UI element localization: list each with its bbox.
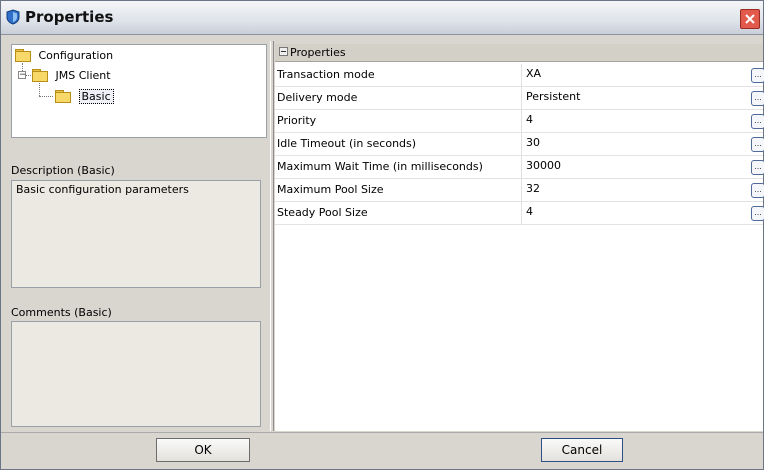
footer-divider [1,432,763,433]
property-name: Maximum Wait Time (in milliseconds) [277,160,483,173]
window-title: Properties [25,8,114,26]
tree-connector [39,83,40,96]
tree-connector [26,75,31,76]
collapse-icon[interactable] [279,47,288,56]
ellipsis-button[interactable]: ... [751,183,764,198]
ellipsis-button[interactable]: ... [751,114,764,129]
property-value[interactable]: 4 [526,205,533,218]
description-label: Description (Basic) [11,164,115,177]
description-box: Basic configuration parameters [11,180,261,288]
property-row[interactable]: Priority 4 ... [275,110,764,133]
property-row[interactable]: Maximum Wait Time (in milliseconds) 3000… [275,156,764,179]
property-category-header[interactable]: Properties [275,44,763,62]
column-separator [521,64,522,86]
property-value[interactable]: 32 [526,182,540,195]
split-pane-divider[interactable] [270,41,274,431]
property-row[interactable]: Transaction mode XA ... [275,64,764,87]
tree-node-label: Basic [78,89,114,104]
property-name: Transaction mode [277,68,375,81]
comments-label: Comments (Basic) [11,306,112,319]
ellipsis-button[interactable]: ... [751,137,764,152]
property-name: Steady Pool Size [277,206,368,219]
ellipsis-button[interactable]: ... [751,91,764,106]
column-separator [521,202,522,224]
property-value[interactable]: XA [526,67,541,80]
ellipsis-button[interactable]: ... [751,206,764,221]
property-row[interactable]: Maximum Pool Size 32 ... [275,179,764,202]
property-row[interactable]: Steady Pool Size 4 ... [275,202,764,225]
configuration-tree[interactable]: Configuration − JMS Client Basic [11,44,267,138]
property-row[interactable]: Delivery mode Persistent ... [275,87,764,110]
category-label: Properties [290,46,346,59]
property-name: Maximum Pool Size [277,183,384,196]
column-separator [521,87,522,109]
property-name: Delivery mode [277,91,358,104]
property-row[interactable]: Idle Timeout (in seconds) 30 ... [275,133,764,156]
property-value[interactable]: 4 [526,113,533,126]
ellipsis-button[interactable]: ... [751,160,764,175]
tree-connector [39,96,53,97]
column-separator [521,179,522,201]
tree-node-label: JMS Client [55,69,111,82]
property-value[interactable]: 30000 [526,159,561,172]
property-sheet: Properties Transaction mode XA ... Deliv… [275,44,764,431]
property-name: Priority [277,114,317,127]
properties-dialog: Properties Configuration − JMS Client Ba… [0,0,764,470]
property-value[interactable]: Persistent [526,90,580,103]
tree-node-jms-client[interactable]: JMS Client [32,68,111,84]
ellipsis-button[interactable]: ... [751,68,764,83]
close-icon [745,14,755,24]
tree-node-configuration[interactable]: Configuration [15,48,113,64]
property-value[interactable]: 30 [526,136,540,149]
folder-open-icon [55,90,71,103]
tree-node-basic[interactable]: Basic [55,89,114,105]
comments-box[interactable] [11,321,261,427]
property-name: Idle Timeout (in seconds) [277,137,417,150]
column-separator [521,110,522,132]
close-button[interactable] [740,9,760,29]
column-separator [521,133,522,155]
column-separator [521,156,522,178]
title-bar[interactable]: Properties [1,1,763,35]
description-text: Basic configuration parameters [16,183,189,196]
app-icon [6,9,20,25]
tree-node-label: Configuration [38,49,114,62]
folder-icon [32,69,48,82]
cancel-button[interactable]: Cancel [541,438,623,462]
ok-button[interactable]: OK [156,438,250,462]
folder-icon [15,49,31,62]
collapse-toggle[interactable]: − [18,71,27,80]
